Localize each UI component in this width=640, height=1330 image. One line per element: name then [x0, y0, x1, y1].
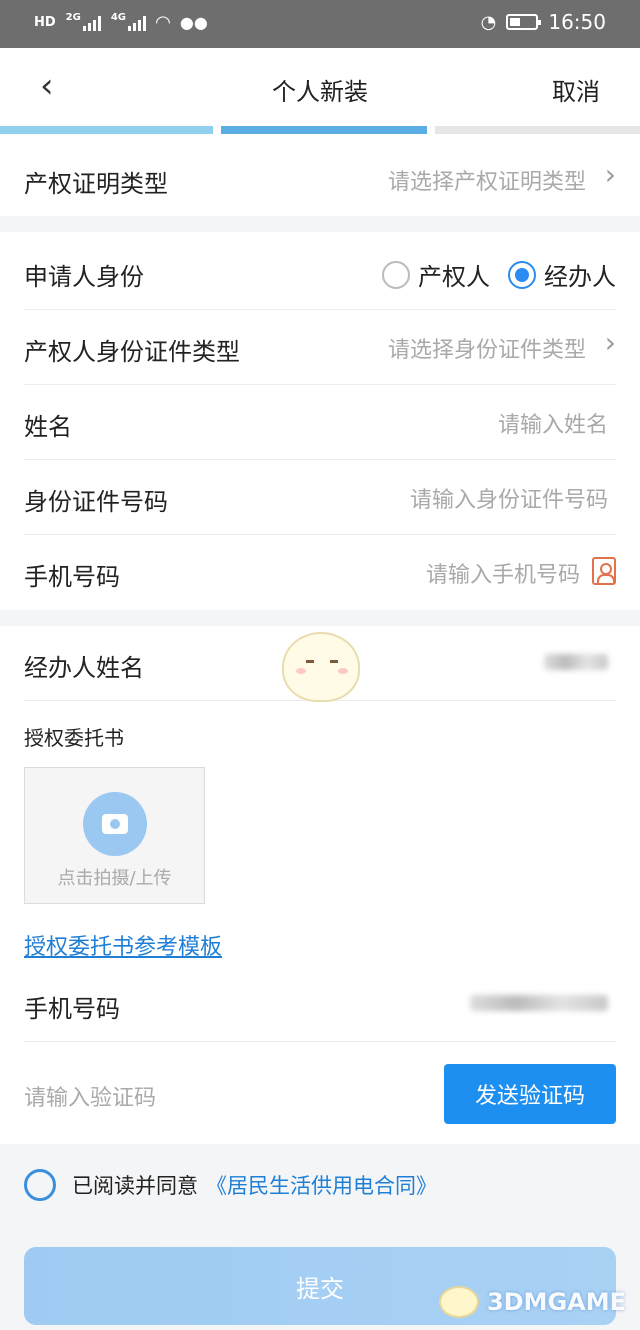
network-4g-label: 4G	[110, 12, 127, 23]
page-title: 个人新装	[272, 78, 368, 106]
authorization-label: 授权委托书	[24, 726, 124, 750]
agent-phone-row: 手机号码	[24, 967, 616, 1042]
radio-agent-label: 经办人	[544, 263, 616, 291]
progress-step-3	[435, 126, 640, 134]
radio-checked-icon	[508, 260, 536, 289]
status-bar: HD 2G 4G ◠ ●● ◔ 16:50	[0, 0, 640, 48]
progress-step-1	[0, 126, 213, 134]
applicant-section: 申请人身份 产权人 经办人 产权人身份证件类型 请选择身份证件类型 › 姓名 请…	[0, 232, 640, 610]
agent-phone-value-blurred	[470, 995, 608, 1011]
agent-name-label: 经办人姓名	[24, 654, 144, 682]
applicant-identity-row: 申请人身份 产权人 经办人	[24, 235, 616, 310]
applicant-identity-label: 申请人身份	[24, 263, 144, 291]
signal-icon	[82, 15, 101, 31]
owner-phone-input[interactable]: 请输入手机号码	[426, 557, 580, 589]
radio-agent[interactable]: 经办人	[508, 257, 616, 292]
property-type-placeholder: 请选择产权证明类型	[387, 170, 586, 195]
wechat-icon: ●●	[179, 13, 208, 32]
watermark-mascot-icon	[438, 1286, 479, 1318]
owner-id-type-row[interactable]: 产权人身份证件类型 请选择身份证件类型 ›	[24, 310, 616, 385]
send-code-button[interactable]: 发送验证码	[444, 1064, 616, 1124]
authorization-template-link[interactable]: 授权委托书参考模板	[24, 929, 222, 961]
name-input[interactable]: 请输入姓名	[498, 407, 608, 439]
radio-owner[interactable]: 产权人	[382, 257, 490, 292]
upload-authorization-button[interactable]: 点击拍摄/上传	[24, 767, 205, 904]
clock: 16:50	[548, 10, 606, 34]
property-type-row[interactable]: 产权证明类型 请选择产权证明类型 ›	[24, 142, 616, 217]
watermark: 3DMGAME	[438, 1286, 626, 1318]
agent-name-value-blurred	[544, 654, 608, 670]
nav-bar: ‹ 个人新装 取消	[0, 48, 640, 126]
owner-phone-row[interactable]: 手机号码 请输入手机号码	[24, 535, 616, 610]
signal-icon-2	[128, 15, 147, 31]
property-type-label: 产权证明类型	[24, 170, 168, 198]
radio-owner-label: 产权人	[418, 263, 490, 291]
radio-unchecked-icon	[382, 260, 410, 289]
agree-checkbox[interactable]	[24, 1169, 56, 1201]
data-saver-icon: ◔	[480, 11, 497, 33]
watermark-text: 3DMGAME	[486, 1288, 626, 1316]
camera-icon	[83, 792, 147, 856]
contract-link[interactable]: 《居民生活供用电合同》	[206, 1170, 437, 1200]
battery-icon	[506, 14, 542, 30]
id-number-label: 身份证件号码	[24, 488, 168, 516]
wifi-icon: ◠	[156, 12, 170, 33]
upload-text: 点击拍摄/上传	[57, 868, 172, 889]
agent-phone-label: 手机号码	[24, 995, 120, 1023]
hd-indicator: HD	[34, 15, 56, 30]
property-type-section: 产权证明类型 请选择产权证明类型 ›	[0, 134, 640, 216]
status-left: HD 2G 4G ◠ ●●	[34, 12, 208, 33]
progress-step-2	[221, 126, 427, 134]
mascot-sticker	[272, 622, 370, 708]
chevron-right-icon: ›	[604, 158, 616, 191]
status-right: ◔ 16:50	[481, 10, 606, 34]
chevron-right-icon: ›	[604, 326, 616, 359]
agreement-row: 已阅读并同意 《居民生活供用电合同》	[24, 1169, 437, 1201]
id-number-row[interactable]: 身份证件号码 请输入身份证件号码	[24, 460, 616, 535]
owner-id-type-label: 产权人身份证件类型	[24, 338, 240, 366]
name-row[interactable]: 姓名 请输入姓名	[24, 385, 616, 460]
cancel-button[interactable]: 取消	[552, 72, 600, 107]
id-number-input[interactable]: 请输入身份证件号码	[410, 482, 608, 514]
name-label: 姓名	[24, 413, 72, 441]
owner-id-type-placeholder: 请选择身份证件类型	[387, 338, 586, 363]
contact-book-icon[interactable]	[592, 557, 616, 585]
network-2g-label: 2G	[65, 12, 81, 23]
owner-phone-label: 手机号码	[24, 563, 120, 591]
verification-code-input[interactable]: 请输入验证码	[24, 1080, 156, 1112]
agreement-prefix: 已阅读并同意	[72, 1174, 198, 1198]
step-progress	[0, 126, 640, 134]
